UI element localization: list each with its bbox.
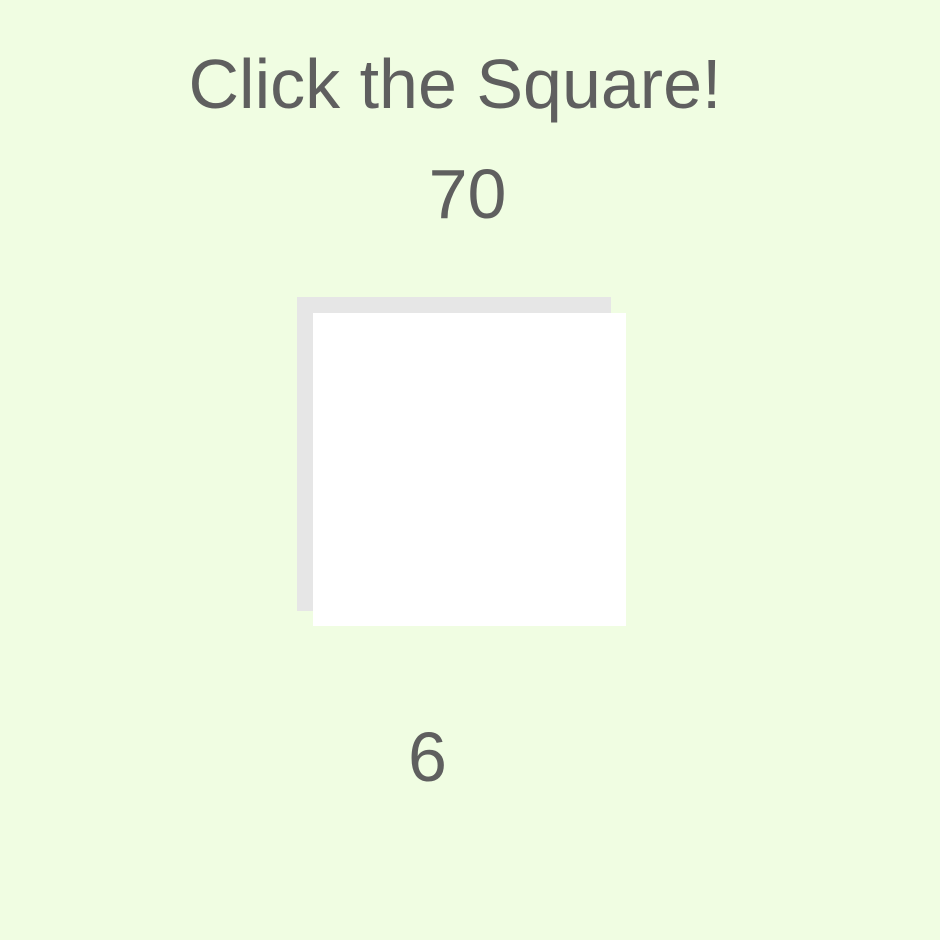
game-title: Click the Square!: [188, 45, 722, 123]
target-square[interactable]: [313, 313, 626, 626]
score-display: 70: [428, 155, 507, 233]
counter-display: 6: [408, 718, 447, 796]
